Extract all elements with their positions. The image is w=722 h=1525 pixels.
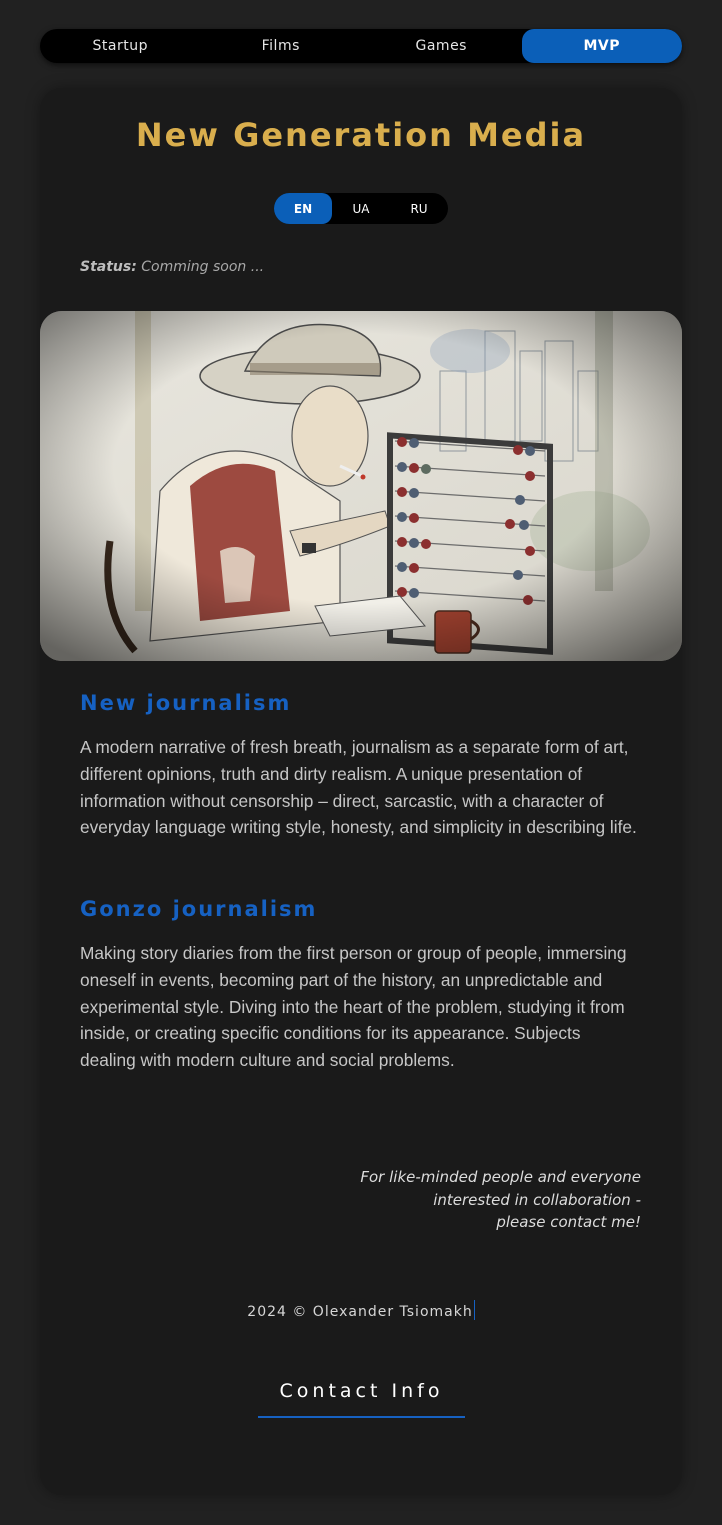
copyright-text: 2024 © Olexander Tsiomakh: [247, 1304, 473, 1320]
status-line: Status: Comming soon ...: [80, 259, 264, 275]
collaboration-note: For like-minded people and everyone inte…: [321, 1166, 641, 1234]
section-body-new-journalism: A modern narrative of fresh breath, jour…: [80, 737, 637, 838]
nav-tab-films[interactable]: Films: [201, 29, 362, 63]
section-heading-new-journalism: New journalism: [80, 691, 292, 715]
status-value: Comming soon ...: [141, 259, 265, 275]
copyright: 2024 © Olexander Tsiomakh: [0, 1300, 722, 1320]
nav-tab-games[interactable]: Games: [361, 29, 522, 63]
contact-info-button[interactable]: Contact Info: [258, 1380, 465, 1418]
section-body-gonzo-journalism: Making story diaries from the first pers…: [80, 943, 627, 1071]
section-heading-gonzo-journalism: Gonzo journalism: [80, 897, 318, 921]
nav-tab-mvp[interactable]: MVP: [521, 29, 682, 63]
text-caret: [473, 1300, 475, 1320]
top-nav: Startup Films Games MVP: [40, 29, 682, 63]
lang-option-ru[interactable]: RU: [390, 193, 448, 224]
page-title: New Generation Media: [135, 116, 587, 154]
status-label: Status:: [80, 259, 137, 275]
language-switcher: EN UA RU: [274, 193, 448, 224]
nav-tab-startup[interactable]: Startup: [40, 29, 201, 63]
collaboration-line-3: please contact me!: [496, 1213, 641, 1231]
lang-option-en[interactable]: EN: [274, 193, 332, 224]
collaboration-line-2: interested in collaboration -: [433, 1190, 641, 1209]
hero-illustration: [40, 311, 682, 661]
lang-option-ua[interactable]: UA: [332, 193, 390, 224]
collaboration-line-1: For like-minded people and everyone: [360, 1168, 641, 1186]
